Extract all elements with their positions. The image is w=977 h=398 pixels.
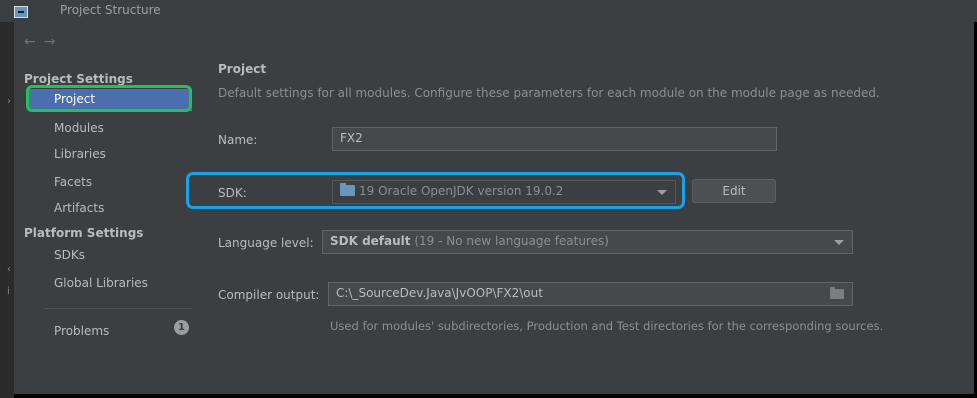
app-icon bbox=[14, 6, 28, 18]
chevron-left-icon: ‹ bbox=[7, 264, 11, 275]
info-icon: i bbox=[7, 286, 10, 297]
compiler-output-path: C:\_SourceDev.Java\JvOOP\FX2\out bbox=[336, 286, 543, 300]
chevron-right-icon: › bbox=[7, 96, 11, 107]
highlight-sdk-row bbox=[186, 172, 685, 209]
sidebar-divider bbox=[44, 308, 192, 309]
back-arrow-icon[interactable]: ← bbox=[24, 34, 44, 50]
language-level-label: Language level: bbox=[218, 236, 314, 250]
folder-browse-icon[interactable] bbox=[830, 287, 844, 299]
sidebar-item-sdks[interactable]: SDKs bbox=[54, 248, 85, 262]
compiler-output-label: Compiler output: bbox=[218, 288, 320, 302]
nav-arrows: ←→ bbox=[24, 34, 63, 50]
window-title: Project Structure bbox=[60, 3, 161, 17]
sidebar-item-artifacts[interactable]: Artifacts bbox=[54, 201, 104, 215]
sidebar-item-facets[interactable]: Facets bbox=[54, 175, 92, 189]
page-description: Default settings for all modules. Config… bbox=[218, 86, 880, 100]
project-name-field[interactable]: FX2 bbox=[332, 127, 777, 151]
sdk-edit-button[interactable]: Edit bbox=[692, 179, 776, 203]
project-settings-header: Project Settings bbox=[24, 72, 133, 86]
sidebar-item-problems[interactable]: Problems bbox=[54, 324, 109, 338]
platform-settings-header: Platform Settings bbox=[24, 226, 144, 240]
sidebar-item-modules[interactable]: Modules bbox=[54, 121, 104, 135]
sidebar-item-libraries[interactable]: Libraries bbox=[54, 147, 106, 161]
sidebar-item-global-libraries[interactable]: Global Libraries bbox=[54, 276, 148, 290]
forward-arrow-icon[interactable]: → bbox=[44, 34, 64, 50]
sidebar: ←→ Project Settings Project Modules Libr… bbox=[14, 22, 196, 394]
left-edge-strip: › ‹ i bbox=[0, 0, 14, 398]
page-title: Project bbox=[218, 62, 267, 76]
highlight-project-item bbox=[26, 85, 192, 112]
language-level-dropdown[interactable]: SDK default (19 - No new language featur… bbox=[322, 230, 853, 254]
window-titlebar: Project Structure bbox=[0, 0, 977, 22]
language-level-value: SDK default bbox=[330, 234, 411, 248]
problems-count-badge: 1 bbox=[174, 320, 189, 335]
compiler-output-hint: Used for modules' subdirectories, Produc… bbox=[330, 319, 884, 333]
name-label: Name: bbox=[218, 133, 258, 147]
language-level-detail: (19 - No new language features) bbox=[414, 234, 609, 248]
chevron-down-icon bbox=[834, 240, 844, 245]
compiler-output-field[interactable]: C:\_SourceDev.Java\JvOOP\FX2\out bbox=[328, 282, 853, 306]
